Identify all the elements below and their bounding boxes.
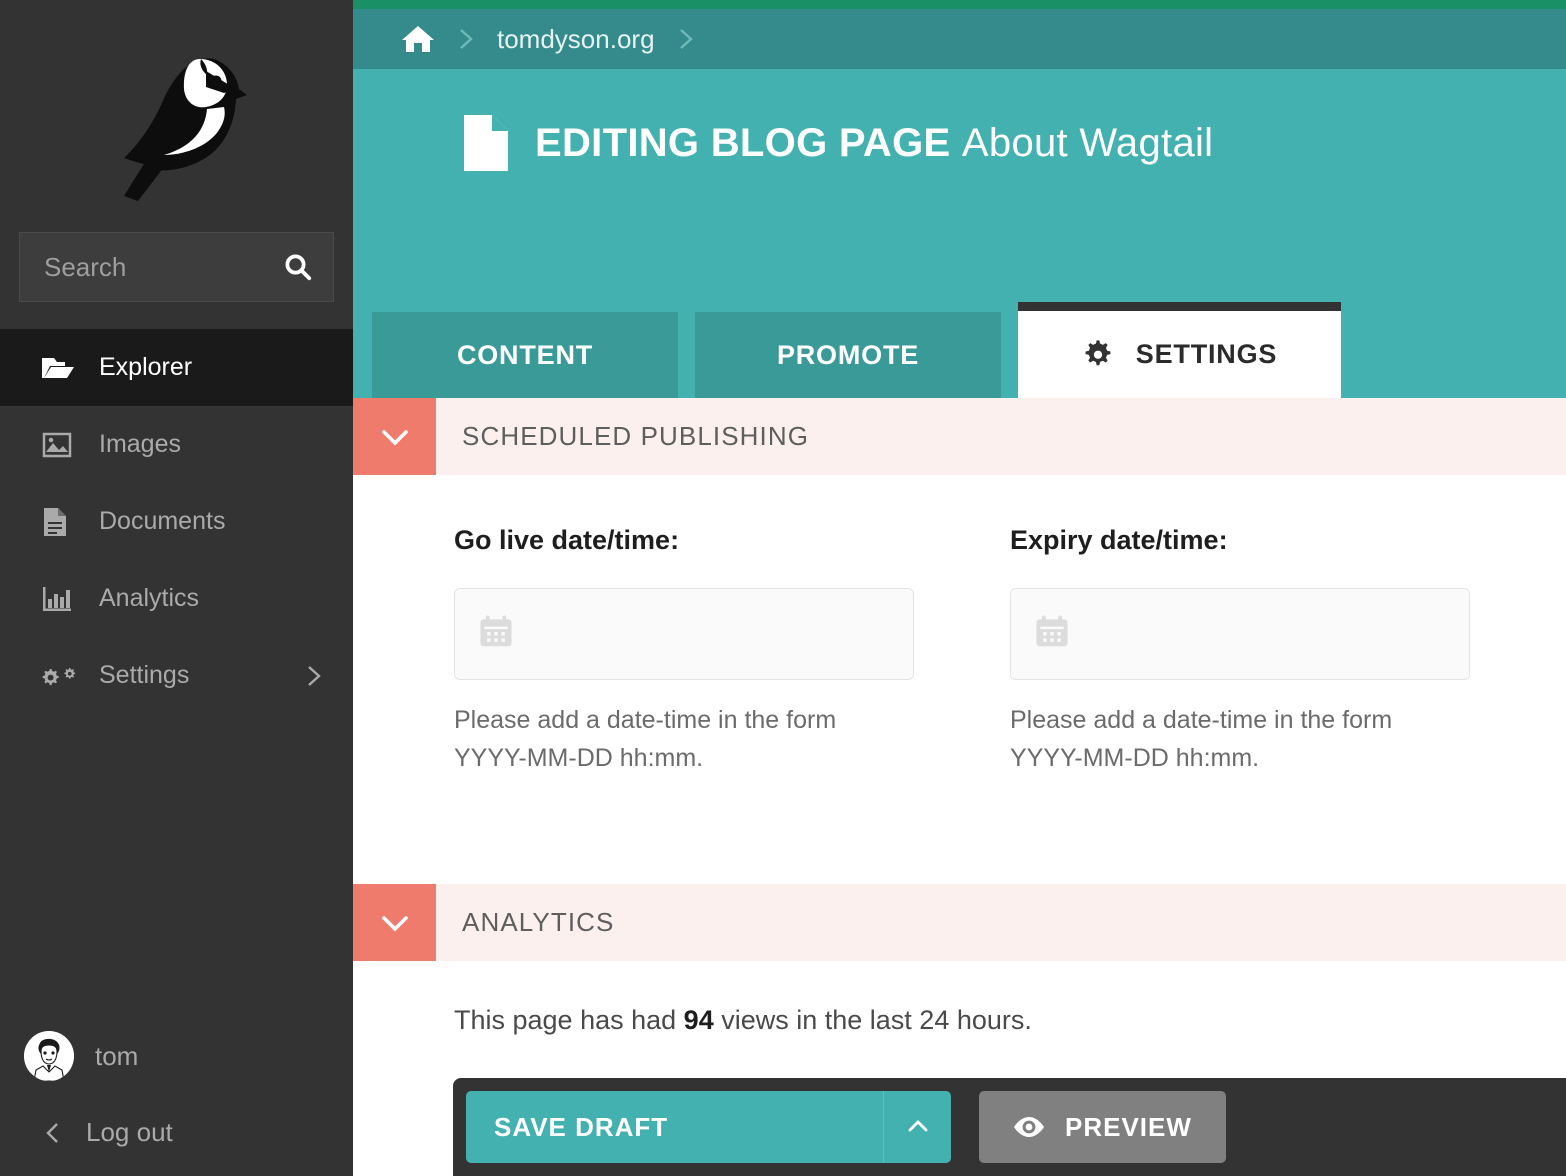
save-draft-button[interactable]: SAVE DRAFT	[466, 1091, 883, 1163]
collapse-toggle-scheduled-publishing[interactable]	[353, 398, 436, 475]
section-title: ANALYTICS	[462, 907, 615, 937]
sidebar-item-label: Images	[99, 430, 181, 458]
top-accent-strip	[353, 0, 1566, 9]
image-icon	[42, 431, 76, 459]
sidebar-item-label: Documents	[99, 507, 226, 535]
go-live-label: Go live date/time:	[454, 525, 680, 555]
section-title: SCHEDULED PUBLISHING	[462, 421, 810, 451]
expiry-input-wrap[interactable]	[1010, 588, 1470, 680]
page-title: EDITING BLOG PAGE About Wagtail	[535, 121, 1213, 166]
search-box[interactable]	[19, 232, 353, 302]
logo-wrap	[0, 0, 353, 232]
expiry-input[interactable]	[1083, 619, 1469, 649]
logout-label: Log out	[86, 1117, 173, 1147]
tab-settings[interactable]: SETTINGS	[1018, 302, 1341, 398]
user-account-row[interactable]: tom	[0, 1017, 353, 1095]
page-title-row: EDITING BLOG PAGE About Wagtail	[464, 115, 1566, 171]
breadcrumb-site-link[interactable]: tomdyson.org	[497, 24, 655, 55]
tab-bar: CONTENT PROMOTE SETTINGS	[353, 302, 1566, 398]
preview-label: PREVIEW	[1065, 1111, 1192, 1142]
home-icon[interactable]	[401, 24, 435, 54]
user-name: tom	[95, 1040, 139, 1071]
analytics-text-after: views in the last 24 hours.	[713, 1005, 1032, 1035]
analytics-views-count: 94	[683, 1005, 714, 1035]
gears-icon	[42, 661, 76, 691]
preview-button[interactable]: PREVIEW	[979, 1091, 1226, 1163]
wagtail-bird-logo[interactable]	[106, 31, 248, 201]
bar-chart-icon	[42, 585, 76, 613]
section-body-scheduled-publishing: Go live date/time: Please add a date-tim…	[353, 475, 1566, 777]
save-button-group: SAVE DRAFT	[466, 1091, 951, 1163]
chevron-left-icon	[44, 1119, 62, 1147]
analytics-text-before: This page has had	[454, 1005, 684, 1035]
go-live-field-group: Go live date/time: Please add a date-tim…	[454, 525, 914, 777]
go-live-help-text: Please add a date-time in the form YYYY-…	[454, 706, 837, 772]
expiry-field-group: Expiry date/time: Please add a date-time…	[1010, 525, 1470, 777]
tab-label: SETTINGS	[1135, 339, 1278, 369]
search-icon[interactable]	[283, 252, 313, 282]
chevron-up-icon	[904, 1116, 932, 1139]
analytics-summary: This page has had 94 views in the last 2…	[353, 961, 1566, 1036]
search-wrap	[0, 232, 353, 302]
section-header-scheduled-publishing: SCHEDULED PUBLISHING	[353, 398, 1566, 475]
sidebar-item-images[interactable]: Images	[0, 406, 353, 483]
chevron-right-icon	[457, 25, 475, 53]
save-dropdown-toggle[interactable]	[883, 1091, 951, 1163]
sidebar-item-analytics[interactable]: Analytics	[0, 560, 353, 637]
chevron-right-icon	[677, 25, 695, 53]
wagtail-admin-page: Explorer Images	[0, 0, 1566, 1176]
tab-promote[interactable]: PROMOTE	[695, 312, 1001, 398]
gear-icon	[1082, 339, 1114, 371]
avatar	[24, 1031, 74, 1081]
logout-button[interactable]: Log out	[0, 1095, 353, 1170]
sidebar-footer: tom Log out	[0, 1017, 353, 1176]
sidebar-item-settings[interactable]: Settings	[0, 637, 353, 714]
go-live-input-wrap[interactable]	[454, 588, 914, 680]
date-fields-row: Go live date/time: Please add a date-tim…	[454, 525, 1566, 777]
sidebar-item-explorer[interactable]: Explorer	[0, 329, 353, 406]
calendar-icon	[477, 613, 515, 656]
sidebar: Explorer Images	[0, 0, 353, 1176]
folder-open-icon	[42, 355, 76, 381]
tab-content[interactable]: CONTENT	[372, 312, 678, 398]
eye-icon	[1013, 1114, 1045, 1140]
calendar-icon	[1033, 613, 1071, 656]
page-title-prefix: EDITING BLOG PAGE	[535, 120, 951, 165]
page-document-icon	[464, 115, 508, 171]
action-bar: SAVE DRAFT PREVIEW	[453, 1078, 1566, 1176]
sidebar-item-label: Explorer	[99, 353, 193, 381]
document-icon	[42, 507, 76, 537]
sidebar-item-documents[interactable]: Documents	[0, 483, 353, 560]
sidebar-item-label: Analytics	[99, 584, 200, 612]
tab-label: PROMOTE	[776, 339, 920, 370]
expiry-help-text: Please add a date-time in the form YYYY-…	[1010, 706, 1393, 772]
chevron-right-icon	[305, 662, 323, 690]
section-header-analytics: ANALYTICS	[353, 884, 1566, 961]
go-live-input[interactable]	[527, 619, 913, 649]
sidebar-nav: Explorer Images Documents Analytics Sett…	[0, 329, 353, 714]
page-title-name: About Wagtail	[961, 120, 1214, 165]
main-content: tomdyson.org EDITING BLOG PAGE About Wag…	[353, 0, 1566, 1176]
tab-label: CONTENT	[456, 339, 594, 370]
page-header: EDITING BLOG PAGE About Wagtail	[353, 69, 1566, 302]
sidebar-item-label: Settings	[99, 661, 190, 689]
expiry-label: Expiry date/time:	[1010, 525, 1228, 555]
collapse-toggle-analytics[interactable]	[353, 884, 436, 961]
breadcrumb: tomdyson.org	[353, 9, 1566, 69]
